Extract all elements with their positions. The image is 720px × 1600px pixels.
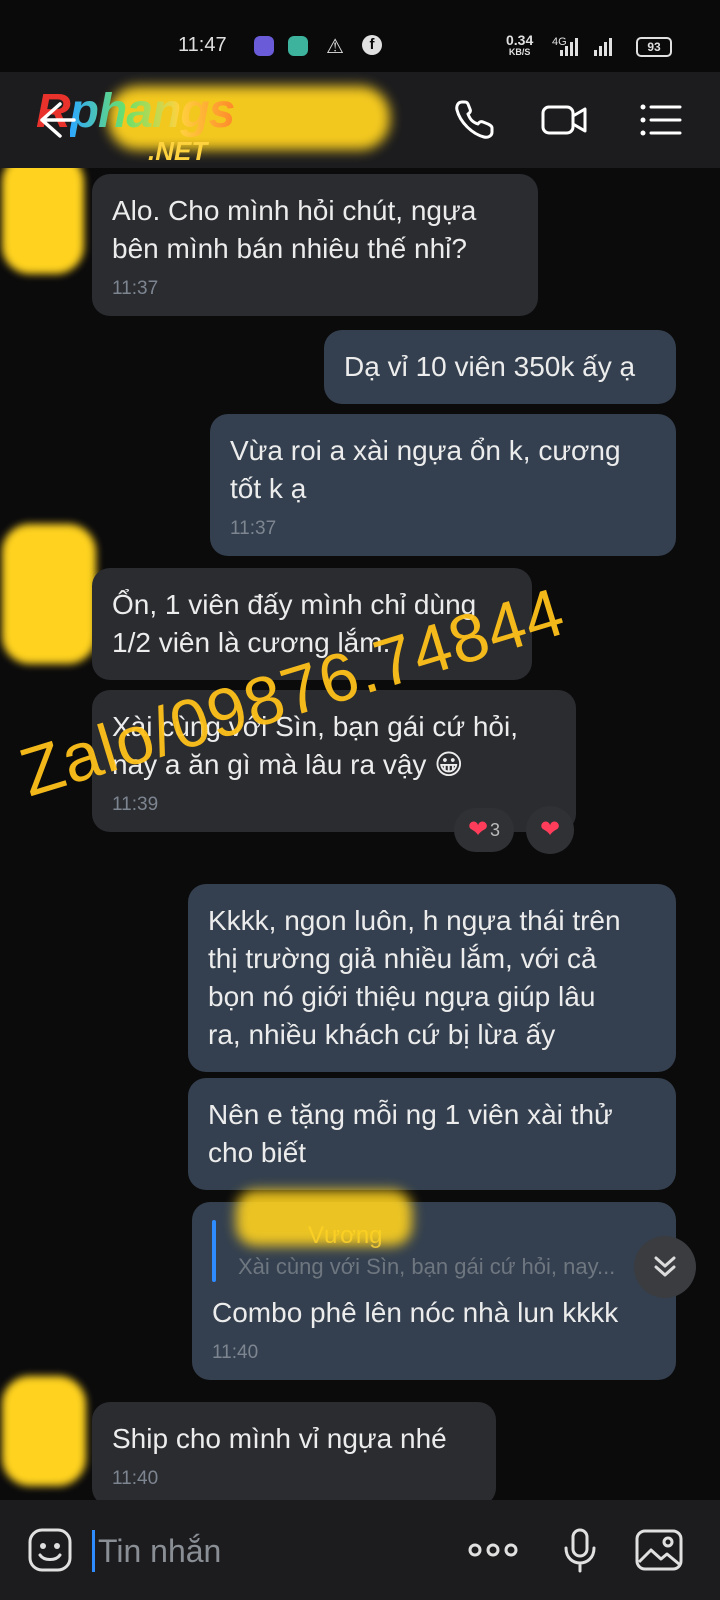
avatar-redacted xyxy=(2,524,96,664)
double-chevron-down-icon xyxy=(654,1256,676,1277)
heart-icon: ❤ xyxy=(467,816,489,843)
add-reaction-button[interactable]: ❤ xyxy=(526,806,574,854)
message-time: 11:40 xyxy=(112,1468,159,1489)
app-notification-icon xyxy=(254,36,274,56)
message-bubble-outgoing[interactable]: Vừa roi a xài ngựa ổn k, cương tốt k ạ 1… xyxy=(210,414,676,556)
message-bubble-incoming[interactable]: Ổn, 1 viên đấy mình chỉ dùng 1/2 viên là… xyxy=(92,568,532,680)
status-bar: 11:47 ⚠ f 0.34 KB/S 4G 93 xyxy=(0,0,720,72)
text-caret xyxy=(92,1530,95,1572)
scroll-to-bottom-button[interactable] xyxy=(634,1236,696,1298)
chat-header: Rphangs .NET xyxy=(0,72,720,168)
menu-list-icon[interactable] xyxy=(636,96,684,144)
message-bubble-outgoing[interactable]: Dạ vỉ 10 viên 350k ấy ạ xyxy=(324,330,676,404)
message-bubble-outgoing[interactable]: Kkkk, ngon luôn, h ngựa thái trên thị tr… xyxy=(188,884,676,1072)
microphone-icon[interactable] xyxy=(560,1526,600,1574)
avatar-redacted xyxy=(2,1376,86,1486)
quoted-sender-redacted xyxy=(236,1190,412,1246)
app-notification-icon xyxy=(288,36,308,56)
message-time: 11:37 xyxy=(112,278,159,299)
battery-icon: 93 xyxy=(636,37,672,57)
network-speed: 0.34 KB/S xyxy=(506,32,534,57)
message-input[interactable] xyxy=(98,1524,438,1578)
heart-icon: ❤ xyxy=(539,816,561,843)
avatar-redacted xyxy=(2,168,84,274)
quoted-text: Xài cùng với Sìn, bạn gái cứ hỏi, nay... xyxy=(238,1254,616,1279)
message-bubble-outgoing[interactable]: Nên e tặng mỗi ng 1 viên xài thử cho biế… xyxy=(188,1078,676,1190)
status-time: 11:47 xyxy=(178,34,227,56)
message-bubble-incoming[interactable]: Ship cho mình vỉ ngựa nhé 11:40 xyxy=(92,1402,496,1500)
image-gallery-icon[interactable] xyxy=(634,1526,684,1574)
message-composer xyxy=(0,1500,720,1600)
logo-sub: .NET xyxy=(148,136,208,166)
back-arrow-icon[interactable] xyxy=(30,96,78,144)
facebook-icon: f xyxy=(362,35,382,55)
message-bubble-incoming[interactable]: Alo. Cho mình hỏi chút, ngựa bên mình bá… xyxy=(92,174,538,316)
signal-icon xyxy=(560,38,578,56)
quote-bar xyxy=(212,1220,216,1282)
message-time: 11:37 xyxy=(230,518,277,539)
phone-icon[interactable] xyxy=(450,96,498,144)
message-time: 11:40 xyxy=(212,1342,259,1363)
video-icon[interactable] xyxy=(540,96,588,144)
signal-icon xyxy=(594,38,612,56)
more-options-icon[interactable] xyxy=(466,1526,520,1574)
message-list[interactable]: Alo. Cho mình hỏi chút, ngựa bên mình bá… xyxy=(0,168,720,1500)
reaction-count[interactable]: ❤ 3 xyxy=(454,808,514,852)
warning-icon: ⚠ xyxy=(326,36,344,58)
emoji-sticker-icon[interactable] xyxy=(26,1526,74,1574)
